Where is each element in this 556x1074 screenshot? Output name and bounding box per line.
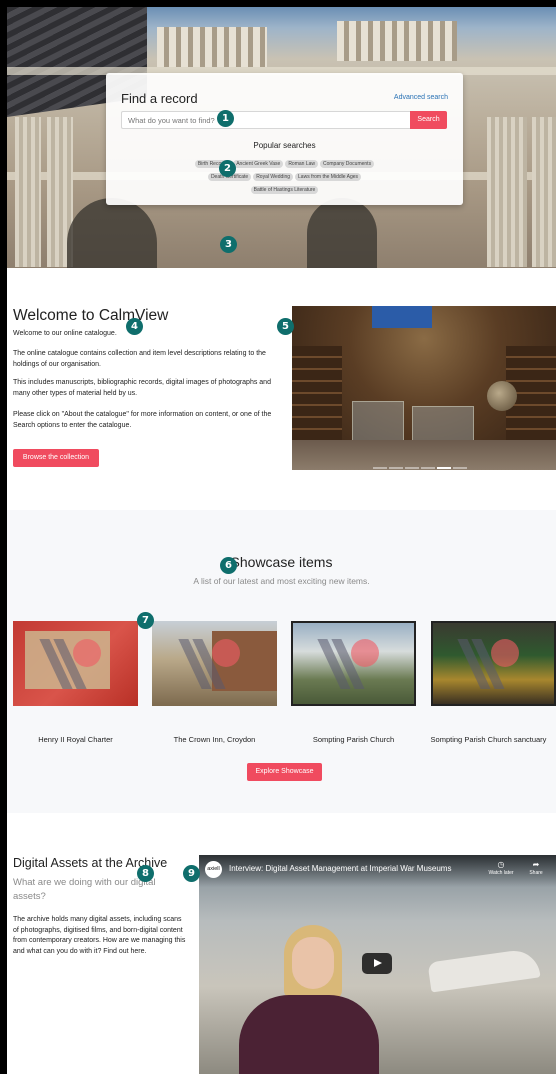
watermark-icon [38,638,101,689]
showcase-thumb-crown-inn[interactable] [152,621,277,706]
carousel-indicator[interactable] [373,467,387,469]
carousel-indicators [372,456,468,470]
find-record-card: Find a record Advanced search What do yo… [106,73,463,205]
welcome-paragraph: Please click on "About the catalogue" fo… [13,411,272,429]
showcase-section: Showcase items A list of our latest and … [7,510,556,813]
popular-search-chip[interactable]: Battle of Hastings Literature [250,186,319,194]
marker-badge: 3 [220,236,237,253]
marker-badge: 5 [277,318,294,335]
hero-window [307,198,377,268]
showcase-caption[interactable]: Sompting Parish Church [291,735,416,744]
hero-column [532,117,556,267]
hero-banner: Find a record Advanced search What do yo… [7,7,556,268]
popular-searches-title: Popular searches [253,141,316,150]
share-button[interactable]: ➦ Share [521,860,551,876]
play-icon[interactable] [362,953,392,974]
welcome-title: Welcome to CalmView [13,307,169,324]
video-title[interactable]: Interview: Digital Asset Management at I… [229,864,451,873]
hero-balustrade [337,21,457,61]
marker-badge: 7 [137,612,154,629]
video-aircraft [427,947,541,993]
popular-searches-list: Birth Records Ancient Greek Vase Roman Law… [166,155,403,194]
welcome-intro: Welcome to our online catalogue. [13,330,117,337]
welcome-paragraph: The online catalogue contains collection… [13,350,266,368]
explore-showcase-button[interactable]: Explore Showcase [247,763,322,781]
showcase-thumb-charter[interactable] [13,621,138,706]
popular-search-chip[interactable]: Company Documents [320,160,375,168]
marker-badge: 6 [220,557,237,574]
carousel-globe [487,381,517,411]
page: Find a record Advanced search What do yo… [7,7,556,1074]
marker-badge: 1 [217,110,234,127]
showcase-caption[interactable]: The Crown Inn, Croydon [152,735,277,744]
showcase-title: Showcase items [230,554,333,570]
watermark-icon [177,638,240,689]
share-icon: ➦ [532,860,540,869]
browse-collection-button[interactable]: Browse the collection [13,449,99,467]
popular-search-chip[interactable]: Royal Wedding [253,173,294,181]
marker-badge: 2 [219,160,236,177]
watermark-icon [456,638,519,689]
carousel-indicator[interactable] [453,467,467,469]
carousel-indicator[interactable] [421,467,435,469]
welcome-paragraph: This includes manuscripts, bibliographic… [13,379,271,397]
hero-column [15,117,41,267]
marker-badge: 9 [183,865,200,882]
search-input[interactable]: What do you want to find? [121,111,410,129]
hero-window [67,198,157,268]
hero-column [487,117,527,267]
carousel-skylight [372,306,432,328]
share-label: Share [529,870,543,876]
carousel-indicator[interactable] [405,467,419,469]
video-player[interactable]: axiell Interview: Digital Asset Manageme… [199,855,556,1074]
popular-search-chip[interactable]: Laws from the Middle Ages [295,173,362,181]
carousel-indicator-active[interactable] [437,467,451,469]
welcome-carousel[interactable] [292,306,556,470]
marker-badge: 4 [126,318,143,335]
digital-assets-body: The archive holds many digital assets, i… [13,916,186,955]
digital-assets-subtitle: What are we doing with our digital asset… [13,877,156,902]
channel-avatar[interactable]: axiell [205,861,222,878]
popular-search-chip[interactable]: Roman Law [285,160,318,168]
marker-badge: 8 [137,865,154,882]
watermark-icon [316,638,379,689]
hero-balustrade [157,27,267,67]
showcase-subtitle: A list of our latest and most exciting n… [193,576,370,586]
watch-later-label: Watch later [488,870,514,876]
showcase-caption[interactable]: Henry II Royal Charter [13,735,138,744]
popular-search-chip[interactable]: Ancient Greek Vase [233,160,284,168]
showcase-thumb-sanctuary[interactable] [431,621,556,706]
showcase-caption[interactable]: Sompting Parish Church sanctuary [421,735,556,744]
advanced-search-link[interactable]: Advanced search [394,94,448,101]
clock-icon: ◷ [497,860,505,869]
find-record-title: Find a record [121,91,198,106]
carousel-indicator[interactable] [389,467,403,469]
video-interviewee [239,925,379,1074]
watch-later-button[interactable]: ◷ Watch later [486,860,516,876]
search-button[interactable]: Search [410,111,447,129]
showcase-thumb-church[interactable] [291,621,416,706]
